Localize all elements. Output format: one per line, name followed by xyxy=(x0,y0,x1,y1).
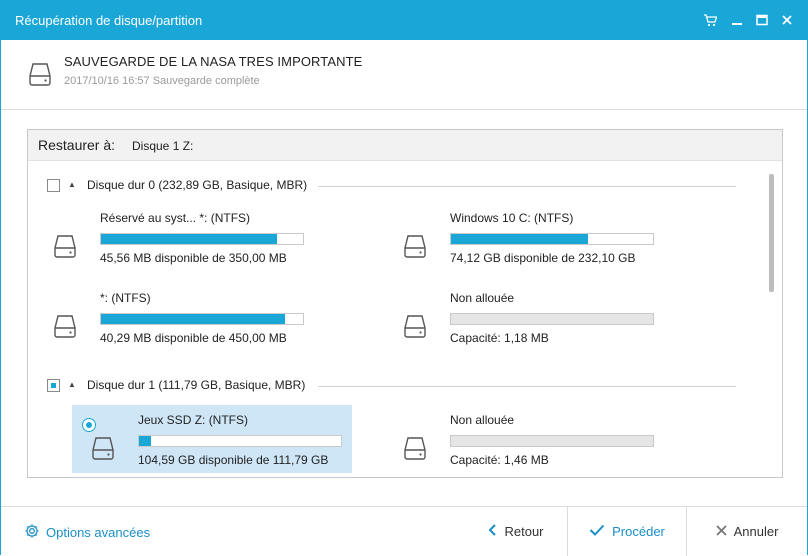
partition-info: Capacité: 1,18 MB xyxy=(450,331,549,345)
maximize-icon[interactable] xyxy=(753,11,771,29)
restore-target-panel: Restaurer à: Disque 1 Z: ▲ Disque dur 0 … xyxy=(27,129,783,478)
partition-name: Windows 10 C: (NTFS) xyxy=(450,211,574,225)
hard-disk-icon xyxy=(404,234,426,263)
partition-info: 45,56 MB disponible de 350,00 MB xyxy=(100,251,287,265)
usage-bar xyxy=(138,435,342,447)
back-button[interactable]: Retour xyxy=(466,507,566,556)
disk-0-header: ▲ Disque dur 0 (232,89 GB, Basique, MBR) xyxy=(28,176,748,196)
partition-name: Jeux SSD Z: (NTFS) xyxy=(138,413,249,427)
restore-target-header: Restaurer à: Disque 1 Z: xyxy=(28,130,782,161)
partition-disk0-unallocated[interactable]: Non allouée Capacité: 1,18 MB xyxy=(384,283,664,351)
partition-info: Capacité: 1,46 MB xyxy=(450,453,549,467)
partition-name: *: (NTFS) xyxy=(100,291,151,305)
usage-bar-fill xyxy=(101,234,277,244)
partition-disk1-jeux-ssd[interactable]: Jeux SSD Z: (NTFS) 104,59 GB disponible … xyxy=(72,405,352,473)
footer-bar: Options avancées Retour Procéder Annuler xyxy=(1,506,807,556)
usage-bar-fill xyxy=(101,314,285,324)
restore-label: Restaurer à: xyxy=(38,137,116,153)
usage-bar xyxy=(450,435,654,447)
close-icon xyxy=(715,524,727,539)
partition-disk0-reserved[interactable]: Réservé au syst... *: (NTFS) 45,56 MB di… xyxy=(34,203,314,271)
disk-0-checkbox[interactable] xyxy=(47,179,60,192)
partition-disk0-windows[interactable]: Windows 10 C: (NTFS) 74,12 GB disponible… xyxy=(384,203,664,271)
collapse-triangle-icon[interactable]: ▲ xyxy=(68,180,76,189)
usage-bar xyxy=(100,233,304,245)
partition-name: Non allouée xyxy=(450,413,515,427)
window-title: Récupération de disque/partition xyxy=(15,13,203,28)
backup-name: SAUVEGARDE DE LA NASA TRES IMPORTANTE xyxy=(64,54,363,69)
usage-bar xyxy=(450,233,654,245)
hard-disk-icon xyxy=(404,314,426,343)
hard-disk-icon xyxy=(54,234,76,263)
cancel-button[interactable]: Annuler xyxy=(688,507,806,556)
partition-name: Réservé au syst... *: (NTFS) xyxy=(100,211,251,225)
cancel-label: Annuler xyxy=(733,524,779,539)
title-bar[interactable]: Récupération de disque/partition xyxy=(1,1,807,40)
hard-disk-icon xyxy=(29,62,51,91)
vertical-scrollbar[interactable] xyxy=(769,174,774,292)
usage-bar xyxy=(100,313,304,325)
disk-1-label: Disque dur 1 (111,79 GB, Basique, MBR) xyxy=(87,378,306,392)
partition-disk0-unnamed[interactable]: *: (NTFS) 40,29 MB disponible de 450,00 … xyxy=(34,283,314,351)
disk-0-label: Disque dur 0 (232,89 GB, Basique, MBR) xyxy=(87,178,308,192)
advanced-options-link[interactable]: Options avancées xyxy=(24,523,150,542)
partition-name: Non allouée xyxy=(450,291,515,305)
selected-radio[interactable] xyxy=(82,418,96,432)
check-icon xyxy=(589,524,605,539)
backup-header: SAUVEGARDE DE LA NASA TRES IMPORTANTE 20… xyxy=(1,40,807,110)
backup-info: 2017/10/16 16:57 Sauvegarde complète xyxy=(64,75,260,87)
advanced-options-label: Options avancées xyxy=(46,525,151,540)
usage-bar-fill xyxy=(451,234,589,244)
disk-1-header: ▲ Disque dur 1 (111,79 GB, Basique, MBR) xyxy=(28,376,748,396)
proceed-label: Procéder xyxy=(612,524,665,539)
back-label: Retour xyxy=(504,524,544,539)
partition-info: 104,59 GB disponible de 111,79 GB xyxy=(138,453,329,467)
close-icon[interactable] xyxy=(778,11,796,29)
partition-info: 74,12 GB disponible de 232,10 GB xyxy=(450,251,636,265)
usage-bar-fill xyxy=(139,436,152,446)
disk-1-checkbox[interactable] xyxy=(47,379,60,392)
hard-disk-icon xyxy=(54,314,76,343)
chevron-left-icon xyxy=(488,524,497,539)
cart-icon[interactable] xyxy=(701,11,719,29)
gear-icon xyxy=(24,523,40,542)
minimize-icon[interactable] xyxy=(728,11,746,29)
restore-window: Récupération de disque/partition SAUVEGA… xyxy=(0,0,808,556)
partition-info: 40,29 MB disponible de 450,00 MB xyxy=(100,331,287,345)
divider xyxy=(318,386,736,387)
restore-target-value: Disque 1 Z: xyxy=(132,139,194,153)
collapse-triangle-icon[interactable]: ▲ xyxy=(68,380,76,389)
proceed-button[interactable]: Procéder xyxy=(567,507,687,556)
hard-disk-icon xyxy=(404,436,426,465)
usage-bar xyxy=(450,313,654,325)
partition-disk1-unallocated[interactable]: Non allouée Capacité: 1,46 MB xyxy=(384,405,664,473)
hard-disk-icon xyxy=(92,436,114,465)
divider xyxy=(318,186,736,187)
